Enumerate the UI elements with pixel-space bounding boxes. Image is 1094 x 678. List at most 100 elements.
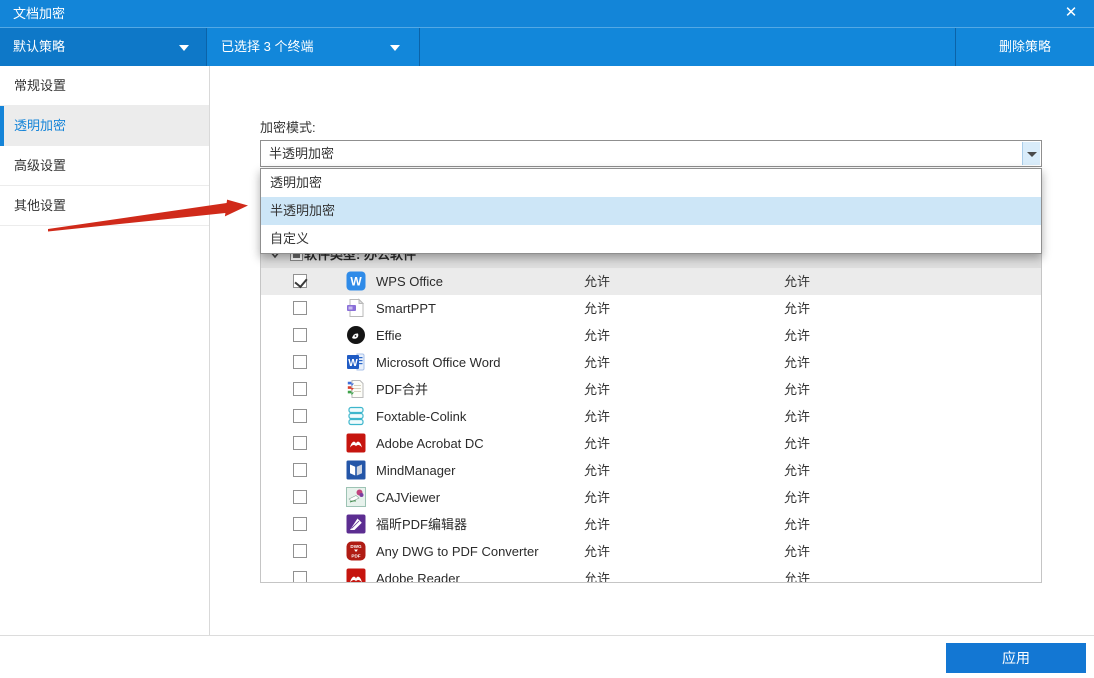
permission-cell-1[interactable]: 允许 <box>584 457 610 484</box>
dropdown-option-3[interactable]: 自定义 <box>261 225 1041 253</box>
nav-bar: 默认策略 已选择 3 个终端 删除策略 <box>0 27 1094 66</box>
permission-cell-1[interactable]: 允许 <box>584 349 610 376</box>
encryption-mode-label: 加密模式: <box>260 117 316 136</box>
app-checkbox[interactable] <box>293 301 307 315</box>
permission-cell-1[interactable]: 允许 <box>584 322 610 349</box>
table-row[interactable]: CAJViewer 允许 允许 <box>261 484 1041 511</box>
permission-cell-1[interactable]: 允许 <box>584 430 610 457</box>
app-name: Effie <box>376 322 402 349</box>
svg-text:DWG: DWG <box>350 544 362 549</box>
app-checkbox[interactable] <box>293 328 307 342</box>
app-name: CAJViewer <box>376 484 440 511</box>
svg-text:W: W <box>348 358 358 369</box>
terminal-dropdown[interactable]: 已选择 3 个终端 <box>208 28 420 67</box>
chevron-down-icon <box>390 45 400 51</box>
app-checkbox[interactable] <box>293 517 307 531</box>
table-row[interactable]: Foxtable-Colink 允许 允许 <box>261 403 1041 430</box>
permission-cell-2[interactable]: 允许 <box>784 376 810 403</box>
delete-policy-button[interactable]: 删除策略 <box>955 28 1094 67</box>
permission-cell-2[interactable]: 允许 <box>784 565 810 583</box>
main-panel: 加密模式: 半透明加密 透明加密半透明加密自定义 软件类型: 办公软件 W WP… <box>211 66 1094 635</box>
permission-cell-1[interactable]: 允许 <box>584 511 610 538</box>
permission-cell-1[interactable]: 允许 <box>584 538 610 565</box>
app-name: WPS Office <box>376 268 443 295</box>
settings-sidebar: 常规设置透明加密高级设置其他设置 <box>0 66 210 635</box>
word-icon: W <box>346 352 366 372</box>
app-name: Any DWG to PDF Converter <box>376 538 539 565</box>
mindmanager-icon <box>346 460 366 480</box>
chevron-down-icon <box>1027 152 1037 157</box>
svg-text:PDF: PDF <box>351 554 360 559</box>
smartppt-icon <box>346 298 366 318</box>
permission-cell-1[interactable]: 允许 <box>584 268 610 295</box>
acrobat-icon <box>346 433 366 453</box>
dropdown-option-2[interactable]: 半透明加密 <box>261 197 1041 225</box>
effie-icon <box>346 325 366 345</box>
app-name: 福昕PDF编辑器 <box>376 511 467 538</box>
app-checkbox[interactable] <box>293 436 307 450</box>
permission-cell-1[interactable]: 允许 <box>584 376 610 403</box>
permission-cell-1[interactable]: 允许 <box>584 565 610 583</box>
chevron-down-icon <box>179 45 189 51</box>
title-bar: 文档加密 ✕ <box>0 0 1094 27</box>
dialog-title: 文档加密 <box>13 0 65 27</box>
sidebar-item-4[interactable]: 其他设置 <box>0 186 209 226</box>
table-row[interactable]: Adobe Acrobat DC 允许 允许 <box>261 430 1041 457</box>
permission-cell-2[interactable]: 允许 <box>784 511 810 538</box>
app-name: MindManager <box>376 457 456 484</box>
cajviewer-icon <box>346 487 366 507</box>
app-checkbox[interactable] <box>293 382 307 396</box>
app-name: Adobe Reader <box>376 565 460 583</box>
reader-icon <box>346 568 366 583</box>
policy-dropdown[interactable]: 默认策略 <box>0 28 207 67</box>
app-name: Foxtable-Colink <box>376 403 466 430</box>
app-checkbox[interactable] <box>293 409 307 423</box>
app-checkbox[interactable] <box>293 274 307 288</box>
table-row[interactable]: SmartPPT 允许 允许 <box>261 295 1041 322</box>
permission-cell-1[interactable]: 允许 <box>584 484 610 511</box>
table-row[interactable]: PDF合并 允许 允许 <box>261 376 1041 403</box>
app-checkbox[interactable] <box>293 571 307 583</box>
apply-button[interactable]: 应用 <box>946 643 1086 673</box>
permission-cell-2[interactable]: 允许 <box>784 538 810 565</box>
app-name: Microsoft Office Word <box>376 349 501 376</box>
app-checkbox[interactable] <box>293 355 307 369</box>
app-name: Adobe Acrobat DC <box>376 430 484 457</box>
permission-cell-2[interactable]: 允许 <box>784 484 810 511</box>
encryption-mode-select[interactable]: 半透明加密 <box>260 140 1042 167</box>
permission-cell-1[interactable]: 允许 <box>584 295 610 322</box>
select-dropdown-button[interactable] <box>1022 142 1040 165</box>
dropdown-option-1[interactable]: 透明加密 <box>261 169 1041 197</box>
svg-text:W: W <box>350 275 362 289</box>
encryption-mode-dropdown-list: 透明加密半透明加密自定义 <box>260 168 1042 254</box>
wps-office-icon: W <box>346 271 366 291</box>
permission-cell-2[interactable]: 允许 <box>784 295 810 322</box>
anydwg-icon: DWG PDF <box>346 541 366 561</box>
app-checkbox[interactable] <box>293 490 307 504</box>
foxtable-icon <box>346 406 366 426</box>
sidebar-item-1[interactable]: 常规设置 <box>0 66 209 106</box>
table-row[interactable]: W Microsoft Office Word 允许 允许 <box>261 349 1041 376</box>
sidebar-item-3[interactable]: 高级设置 <box>0 146 209 186</box>
permission-cell-1[interactable]: 允许 <box>584 403 610 430</box>
permission-cell-2[interactable]: 允许 <box>784 430 810 457</box>
permission-cell-2[interactable]: 允许 <box>784 457 810 484</box>
table-row[interactable]: 福昕PDF编辑器 允许 允许 <box>261 511 1041 538</box>
sidebar-item-2[interactable]: 透明加密 <box>0 106 209 146</box>
table-row[interactable]: W WPS Office 允许 允许 <box>261 268 1041 295</box>
permission-cell-2[interactable]: 允许 <box>784 403 810 430</box>
permission-cell-2[interactable]: 允许 <box>784 268 810 295</box>
close-icon[interactable]: ✕ <box>1058 0 1084 27</box>
permission-cell-2[interactable]: 允许 <box>784 349 810 376</box>
permission-cell-2[interactable]: 允许 <box>784 322 810 349</box>
app-name: PDF合并 <box>376 376 428 403</box>
app-checkbox[interactable] <box>293 544 307 558</box>
foxit-icon <box>346 514 366 534</box>
software-permission-table: 软件类型: 办公软件 W WPS Office 允许 允许 SmartPPT 允… <box>260 241 1042 583</box>
table-row[interactable]: Adobe Reader 允许 允许 <box>261 565 1041 583</box>
table-row[interactable]: DWG PDF Any DWG to PDF Converter 允许 允许 <box>261 538 1041 565</box>
app-checkbox[interactable] <box>293 463 307 477</box>
table-row[interactable]: MindManager 允许 允许 <box>261 457 1041 484</box>
footer-bar: 应用 <box>0 635 1094 678</box>
table-row[interactable]: Effie 允许 允许 <box>261 322 1041 349</box>
